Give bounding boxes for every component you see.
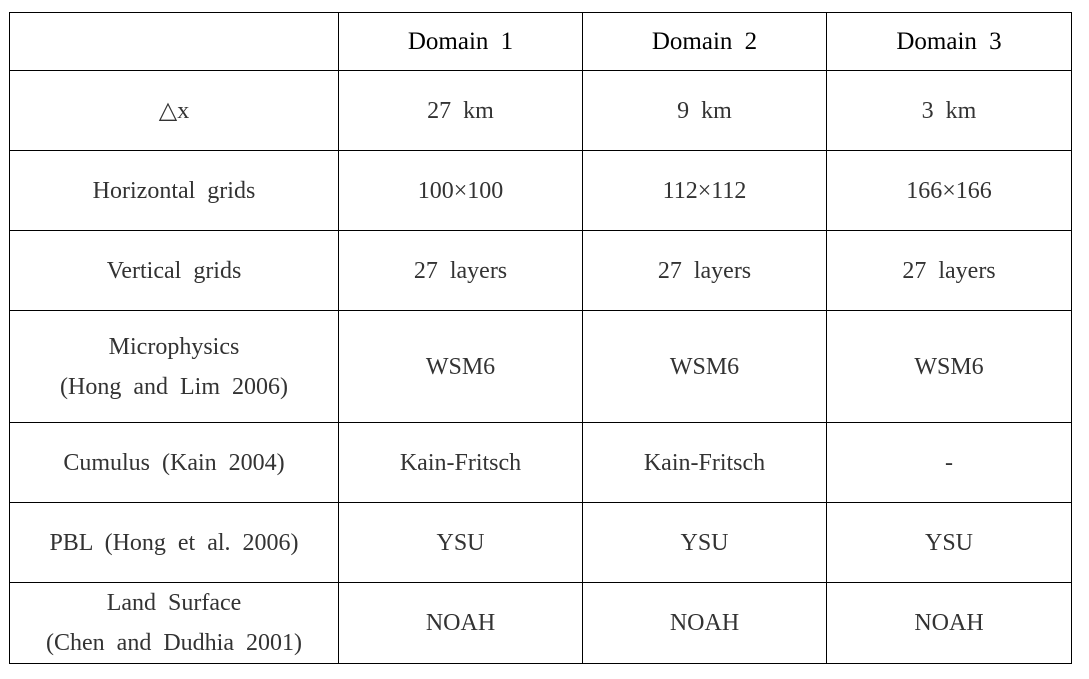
header-domain-2: Domain 2 [582,12,827,71]
row-label-reference: (Chen and Dudhia 2001) [46,630,302,656]
table-cell: YSU [582,502,827,583]
table-row: Land Surface (Chen and Dudhia 2001) NOAH… [9,582,1072,664]
table-row: △x 27 km 9 km 3 km [9,70,1072,151]
row-label-line: Vertical grids [106,257,242,284]
table-cell: 27 layers [338,230,583,311]
header-row: Domain 1 Domain 2 Domain 3 [9,12,1072,71]
row-label-line: Horizontal grids [92,177,256,204]
table-row: Microphysics (Hong and Lim 2006) WSM6 WS… [9,310,1072,423]
row-label-pbl: PBL (Hong et al. 2006) [9,502,339,583]
table-cell: NOAH [826,582,1072,664]
table-cell: 9 km [582,70,827,151]
table-cell: 27 layers [826,230,1072,311]
table-cell: WSM6 [338,310,583,423]
row-label-line: Land Surface [106,590,242,616]
table-cell: NOAH [582,582,827,664]
header-domain-3: Domain 3 [826,12,1072,71]
table-cell: 3 km [826,70,1072,151]
table-cell: 27 layers [582,230,827,311]
row-label-vertical-grids: Vertical grids [9,230,339,311]
header-domain-1: Domain 1 [338,12,583,71]
table-cell: 100×100 [338,150,583,231]
row-label-horizontal-grids: Horizontal grids [9,150,339,231]
table-cell: YSU [338,502,583,583]
table-cell: NOAH [338,582,583,664]
row-label-line: Cumulus (Kain 2004) [63,449,285,476]
row-label-reference: (Hong and Lim 2006) [60,373,288,400]
header-corner-cell [9,12,339,71]
table-row: PBL (Hong et al. 2006) YSU YSU YSU [9,502,1072,583]
table-cell: Kain-Fritsch [582,422,827,503]
table-cell: WSM6 [582,310,827,423]
row-label-land-surface: Land Surface (Chen and Dudhia 2001) [9,582,339,664]
row-label-microphysics: Microphysics (Hong and Lim 2006) [9,310,339,423]
table-cell: 166×166 [826,150,1072,231]
table-cell: 112×112 [582,150,827,231]
row-label-delta-x: △x [9,70,339,151]
table-cell: WSM6 [826,310,1072,423]
table-row: Cumulus (Kain 2004) Kain-Fritsch Kain-Fr… [9,422,1072,503]
table-cell: - [826,422,1072,503]
row-label-line: PBL (Hong et al. 2006) [49,529,299,556]
table-cell: Kain-Fritsch [338,422,583,503]
table-cell: 27 km [338,70,583,151]
row-label-line: △x [158,97,190,124]
table-row: Horizontal grids 100×100 112×112 166×166 [9,150,1072,231]
row-label-line: Microphysics [108,333,240,360]
table-row: Vertical grids 27 layers 27 layers 27 la… [9,230,1072,311]
table-cell: YSU [826,502,1072,583]
row-label-cumulus: Cumulus (Kain 2004) [9,422,339,503]
model-configuration-table: Domain 1 Domain 2 Domain 3 △x 27 km 9 km… [9,12,1072,664]
